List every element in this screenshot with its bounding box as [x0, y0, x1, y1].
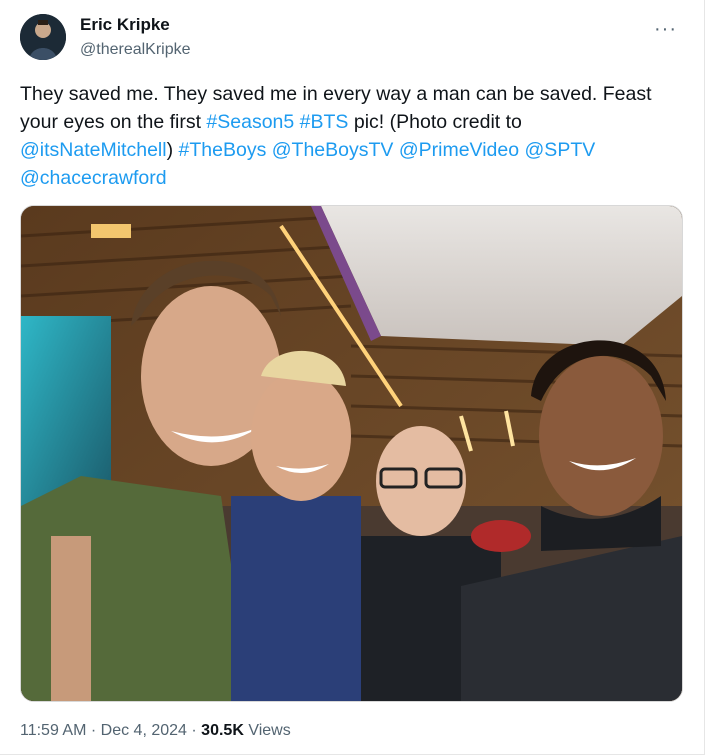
- tweet-text: They saved me. They saved me in every wa…: [20, 80, 680, 192]
- tweet-link[interactable]: @SPTV: [525, 139, 596, 161]
- tweet-card: Eric Kripke @therealKripke ··· They save…: [0, 0, 705, 755]
- tweet-time[interactable]: 11:59 AM: [20, 722, 86, 739]
- meta-separator: ·: [191, 722, 197, 739]
- views-count: 30.5K: [201, 722, 244, 739]
- author-name[interactable]: Eric Kripke: [80, 15, 170, 35]
- tweet-text-segment: pic! (Photo credit to: [348, 111, 522, 133]
- tweet-link[interactable]: @itsNateMitchell: [20, 139, 167, 161]
- more-options-icon[interactable]: ···: [654, 18, 677, 41]
- views-label: Views: [248, 722, 291, 739]
- profile-avatar-icon[interactable]: [20, 14, 66, 60]
- tweet-link[interactable]: #TheBoys: [179, 139, 267, 161]
- author-handle[interactable]: @therealKripke: [80, 41, 191, 59]
- tweet-link[interactable]: @TheBoysTV: [272, 139, 394, 161]
- tweet-text-segment: ): [166, 139, 179, 161]
- tweet-link[interactable]: #Season5: [206, 111, 294, 133]
- tweet-meta: 11:59 AM · Dec 4, 2024 · 30.5K Views: [20, 722, 291, 740]
- tweet-date[interactable]: Dec 4, 2024: [101, 722, 187, 739]
- tweet-link[interactable]: @chacecrawford: [20, 167, 167, 189]
- meta-separator: ·: [90, 722, 97, 739]
- tweet-photo[interactable]: [20, 205, 683, 702]
- tweet-link[interactable]: #BTS: [300, 111, 349, 133]
- tweet-link[interactable]: @PrimeVideo: [399, 139, 519, 161]
